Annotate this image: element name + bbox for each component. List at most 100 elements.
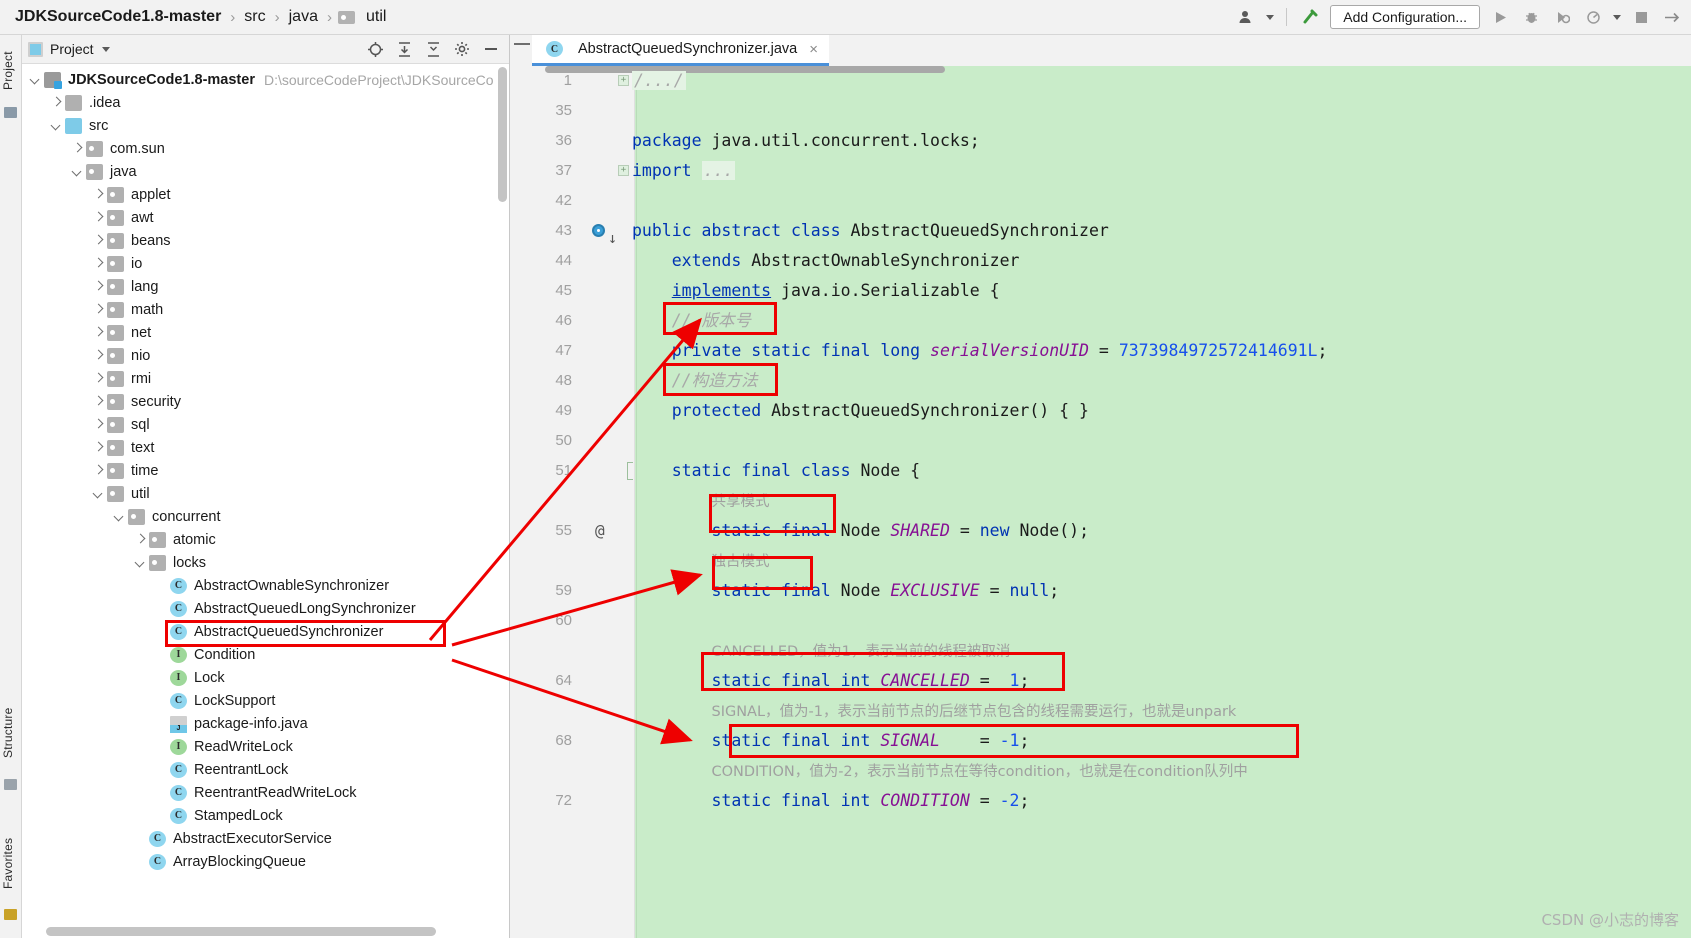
tree-item-reentrantreadwritelock[interactable]: C ReentrantReadWriteLock — [22, 781, 509, 804]
tree-item-math[interactable]: math — [22, 298, 509, 321]
chevron-right-icon[interactable] — [91, 394, 106, 409]
module-icon — [44, 71, 62, 89]
tree-item-text[interactable]: text — [22, 436, 509, 459]
collapse-all-icon[interactable] — [424, 40, 442, 58]
tree-item-reentrantlock[interactable]: C ReentrantLock — [22, 758, 509, 781]
chevron-right-icon[interactable] — [49, 95, 64, 110]
chevron-right-icon[interactable] — [70, 141, 85, 156]
tree-item-util[interactable]: util — [22, 482, 509, 505]
tree-item-awt[interactable]: awt — [22, 206, 509, 229]
run-icon[interactable] — [1489, 6, 1511, 28]
chevron-down-icon[interactable] — [28, 72, 43, 87]
breadcrumb-item-project[interactable]: JDKSourceCode1.8-master — [12, 8, 224, 26]
tree-item-label: nio — [131, 347, 151, 364]
tree-item-label: AbstractExecutorService — [173, 830, 332, 847]
tree-item-rmi[interactable]: rmi — [22, 367, 509, 390]
chevron-right-icon[interactable] — [91, 187, 106, 202]
tree-item-abstractqueuedlongsynchronizer[interactable]: C AbstractQueuedLongSynchronizer — [22, 597, 509, 620]
tool-window-tab-favorites[interactable]: Favorites — [1, 825, 21, 901]
tree-item-net[interactable]: net — [22, 321, 509, 344]
chevron-down-icon[interactable] — [70, 164, 85, 179]
chevron-right-icon[interactable] — [91, 302, 106, 317]
chevron-down-icon[interactable] — [133, 555, 148, 570]
breadcrumb-item-java[interactable]: java — [286, 8, 321, 26]
chevron-right-icon[interactable] — [91, 210, 106, 225]
tree-item-lang[interactable]: lang — [22, 275, 509, 298]
build-hammer-icon[interactable] — [1299, 6, 1321, 28]
expand-all-icon[interactable] — [395, 40, 413, 58]
tree-item-locksupport[interactable]: C LockSupport — [22, 689, 509, 712]
tool-window-tab-project[interactable]: Project — [1, 39, 21, 103]
tree-item-package-info-java[interactable]: package-info.java — [22, 712, 509, 735]
code-fold-toggle-icon[interactable]: + — [618, 75, 629, 86]
tree-item-src[interactable]: src — [22, 114, 509, 137]
tree-item-abstractexecutorservice[interactable]: C AbstractExecutorService — [22, 827, 509, 850]
tree-item-readwritelock[interactable]: I ReadWriteLock — [22, 735, 509, 758]
tree-item--idea[interactable]: .idea — [22, 91, 509, 114]
chevron-down-icon[interactable] — [112, 509, 127, 524]
tree-item-security[interactable]: security — [22, 390, 509, 413]
class-icon: C — [170, 784, 187, 801]
chevron-right-icon[interactable] — [91, 233, 106, 248]
code-fold-toggle-icon[interactable]: + — [618, 165, 629, 176]
user-icon[interactable] — [1235, 6, 1257, 28]
chevron-right-icon[interactable] — [133, 532, 148, 547]
tree-item-time[interactable]: time — [22, 459, 509, 482]
stop-icon[interactable] — [1630, 6, 1652, 28]
tree-item-stampedlock[interactable]: C StampedLock — [22, 804, 509, 827]
code-token: ... — [701, 161, 736, 180]
expand-right-icon[interactable] — [1661, 6, 1683, 28]
run-with-coverage-icon[interactable] — [1551, 6, 1573, 28]
chevron-right-icon[interactable] — [91, 463, 106, 478]
tree-item-abstractqueuedsynchronizer[interactable]: C AbstractQueuedSynchronizer — [22, 620, 509, 643]
tree-item-nio[interactable]: nio — [22, 344, 509, 367]
tree-item-condition[interactable]: I Condition — [22, 643, 509, 666]
tree-item-applet[interactable]: applet — [22, 183, 509, 206]
hide-tabs-icon[interactable] — [514, 43, 530, 45]
locate-file-icon[interactable] — [366, 40, 384, 58]
profiler-icon[interactable] — [1582, 6, 1604, 28]
editor-tab-abstractqueuedsynchronizer[interactable]: C AbstractQueuedSynchronizer.java × — [532, 35, 830, 66]
package-folder-icon — [149, 554, 166, 571]
tree-item-arrayblockingqueue[interactable]: C ArrayBlockingQueue — [22, 850, 509, 873]
chevron-down-icon[interactable] — [91, 486, 106, 501]
gutter-implementation-icon[interactable] — [592, 224, 605, 237]
tree-item-concurrent[interactable]: concurrent — [22, 505, 509, 528]
tree-item-atomic[interactable]: atomic — [22, 528, 509, 551]
tree-item-locks[interactable]: locks — [22, 551, 509, 574]
tree-item-sql[interactable]: sql — [22, 413, 509, 436]
tree-item-jdksourcecode1-8-master[interactable]: JDKSourceCode1.8-master D:\sourceCodeProj… — [22, 68, 509, 91]
chevron-down-icon[interactable] — [101, 46, 110, 52]
tree-item-com-sun[interactable]: com.sun — [22, 137, 509, 160]
settings-gear-icon[interactable] — [453, 40, 471, 58]
project-file-tree[interactable]: JDKSourceCode1.8-master D:\sourceCodeProj… — [22, 64, 509, 937]
chevron-down-icon[interactable] — [1613, 14, 1621, 20]
chevron-down-icon[interactable] — [49, 118, 64, 133]
project-panel-horizontal-scrollbar[interactable] — [46, 927, 436, 936]
close-icon[interactable]: × — [809, 41, 818, 58]
chevron-right-icon[interactable] — [91, 256, 106, 271]
tree-item-lock[interactable]: I Lock — [22, 666, 509, 689]
chevron-right-icon[interactable] — [91, 440, 106, 455]
debug-icon[interactable] — [1520, 6, 1542, 28]
tree-item-label: ReentrantLock — [194, 761, 289, 778]
code-editor[interactable]: 1 +/.../35 36 package java.util.concurrent.… — [510, 66, 1691, 938]
chevron-right-icon[interactable] — [91, 417, 106, 432]
hide-panel-icon[interactable] — [482, 40, 500, 58]
tree-item-beans[interactable]: beans — [22, 229, 509, 252]
chevron-right-icon[interactable] — [91, 325, 106, 340]
chevron-right-icon[interactable] — [91, 371, 106, 386]
tree-item-io[interactable]: io — [22, 252, 509, 275]
tool-window-tab-structure[interactable]: Structure — [1, 695, 21, 771]
chevron-right-icon[interactable] — [91, 348, 106, 363]
tree-item-abstractownablesynchronizer[interactable]: C AbstractOwnableSynchronizer — [22, 574, 509, 597]
chevron-right-icon[interactable] — [91, 279, 106, 294]
chevron-down-icon[interactable] — [1266, 14, 1275, 20]
breadcrumb-item-util[interactable]: util — [363, 8, 389, 26]
breadcrumb-item-src[interactable]: src — [241, 8, 268, 26]
tree-item-java[interactable]: java — [22, 160, 509, 183]
gutter-annotation-icon[interactable]: @ — [595, 516, 605, 546]
add-configuration-button[interactable]: Add Configuration... — [1330, 5, 1480, 29]
project-panel-vertical-scrollbar[interactable] — [498, 67, 507, 202]
